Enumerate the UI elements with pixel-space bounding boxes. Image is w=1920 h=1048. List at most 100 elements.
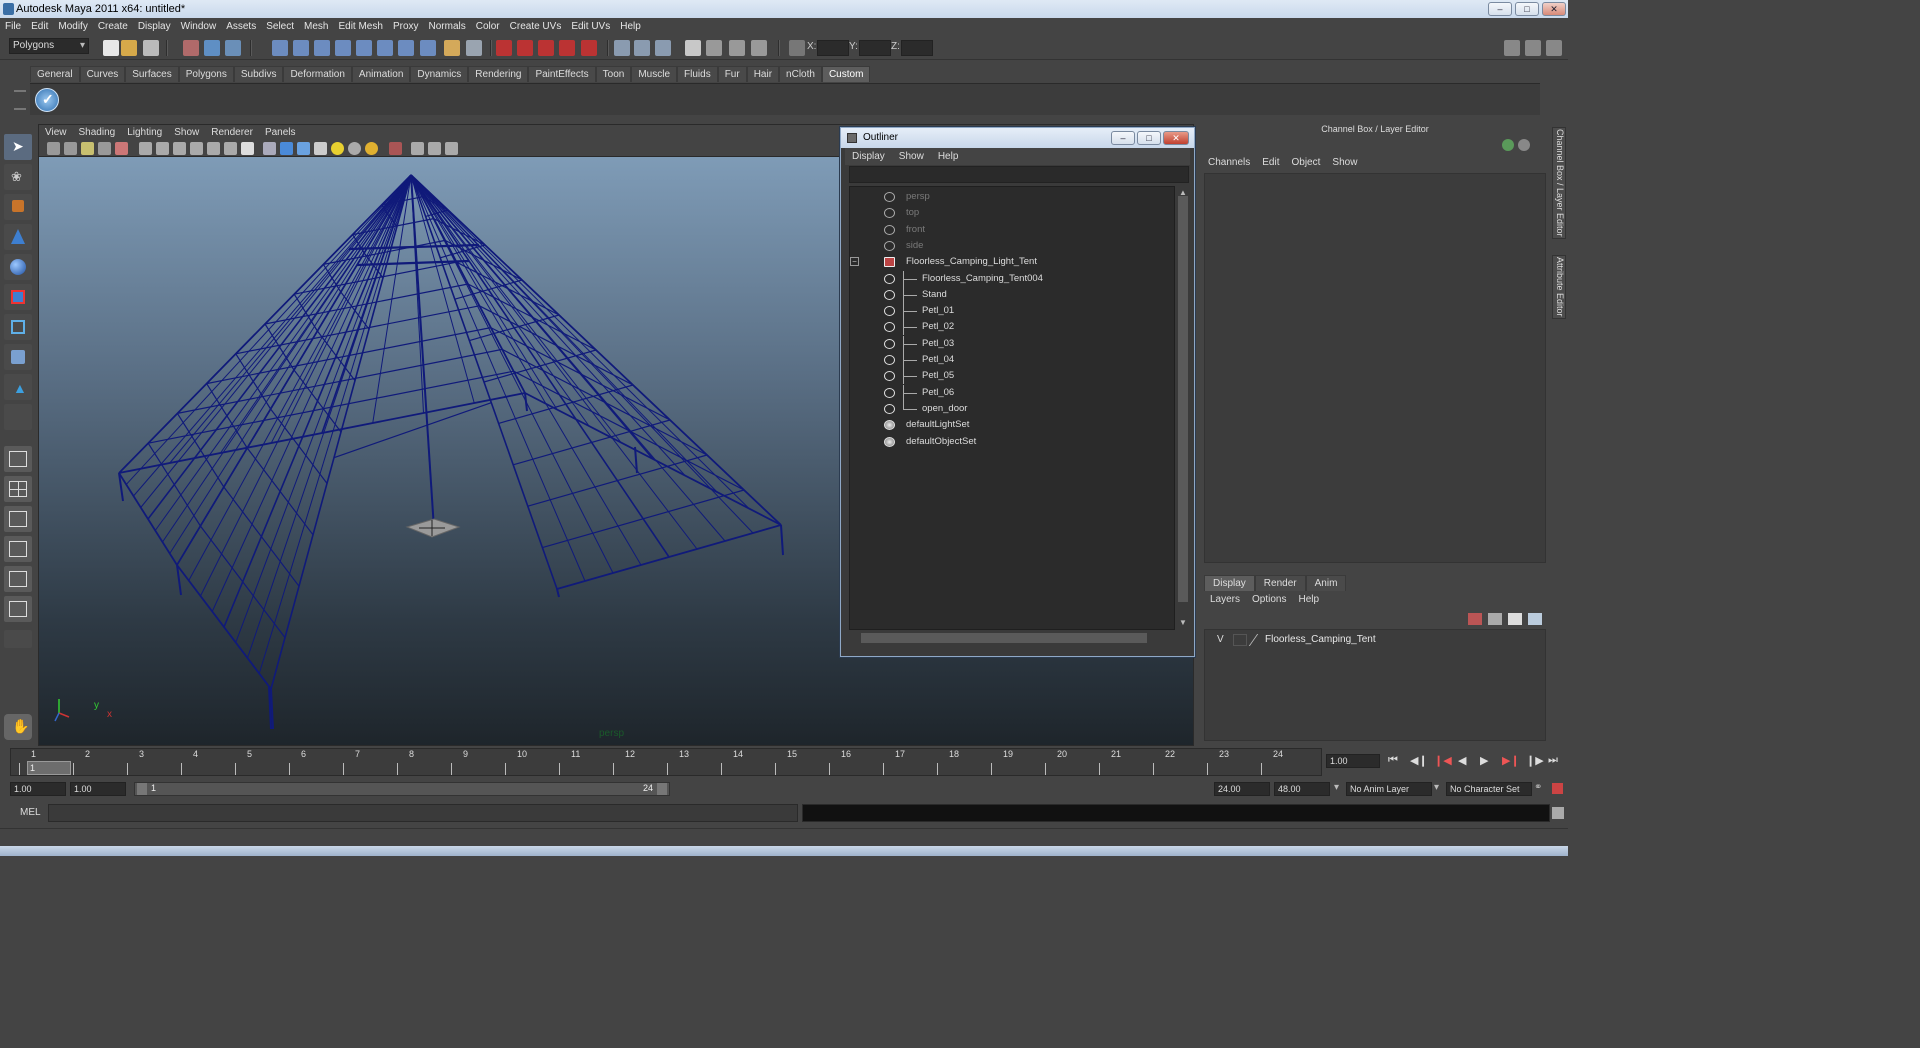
shelf-tab-ncloth[interactable]: nCloth — [779, 66, 822, 82]
layer-menu-options[interactable]: Options — [1246, 592, 1292, 608]
show-hide-tool-settings-icon[interactable] — [1525, 40, 1541, 56]
grid-icon[interactable] — [139, 142, 152, 155]
pick-dynamics-icon[interactable] — [377, 40, 393, 56]
scroll-down-icon[interactable]: ▼ — [1179, 618, 1187, 627]
menu-create[interactable]: Create — [93, 18, 133, 35]
playback-start-field[interactable]: 1.00 — [70, 782, 126, 796]
step-forward-key-icon[interactable]: ❙▶ — [1526, 754, 1544, 767]
outliner-filter-field[interactable] — [849, 166, 1189, 183]
persp-graph-layout-icon[interactable] — [4, 536, 32, 562]
time-slider[interactable]: 1 2 3 4 5 6 7 8 9 10 11 12 13 14 15 16 17 18 19 20 21 22 23 24 … — [10, 748, 1322, 776]
construction-history-icon[interactable] — [614, 40, 630, 56]
show-manipulator-icon[interactable]: ▲ — [4, 374, 32, 400]
menu-file[interactable]: File — [0, 18, 26, 35]
select-camera-icon[interactable] — [47, 142, 60, 155]
menu-set-selector[interactable]: Polygons ▾ — [9, 38, 89, 54]
show-hide-attribute-editor-icon[interactable] — [1504, 40, 1520, 56]
shadows-icon[interactable] — [365, 142, 378, 155]
wireframe-on-shaded-icon[interactable] — [297, 142, 310, 155]
camera-attributes-icon[interactable] — [64, 142, 77, 155]
viewport-menu-lighting[interactable]: Lighting — [121, 125, 168, 141]
y-field[interactable] — [859, 40, 891, 56]
outliner-item[interactable]: defaultObjectSet — [850, 434, 1176, 450]
image-plane-icon[interactable] — [98, 142, 111, 155]
shelf-tab-rendering[interactable]: Rendering — [468, 66, 529, 82]
render-current-frame-icon[interactable] — [655, 40, 671, 56]
pick-deformations-icon[interactable] — [356, 40, 372, 56]
outliner-item[interactable]: Petl_05 — [850, 368, 1176, 385]
safe-title-icon[interactable] — [241, 142, 254, 155]
persp-outliner-layout-icon[interactable] — [4, 506, 32, 532]
step-forward-frame-icon[interactable]: ▶❙ — [1502, 754, 1520, 767]
outliner-item[interactable]: open_door — [850, 400, 1176, 417]
lasso-tool-icon[interactable]: ❀ — [4, 164, 32, 190]
shelf-tab-polygons[interactable]: Polygons — [178, 66, 234, 82]
last-tool-icon[interactable] — [4, 404, 32, 430]
hypershade-icon[interactable] — [751, 40, 767, 56]
command-language-label[interactable]: MEL — [20, 807, 41, 818]
render-view-icon[interactable] — [685, 40, 701, 56]
pick-surfaces-icon[interactable] — [335, 40, 351, 56]
side-tab-channel-box[interactable]: Channel Box / Layer Editor — [1552, 127, 1566, 239]
range-start-handle[interactable] — [137, 783, 147, 795]
select-component-icon[interactable] — [225, 40, 241, 56]
pick-misc-icon[interactable] — [420, 40, 436, 56]
outliner-minimize-button[interactable]: – — [1111, 131, 1135, 145]
paint-select-tool-icon[interactable] — [4, 194, 32, 220]
channel-settings-icon[interactable] — [1518, 139, 1530, 151]
film-gate-icon[interactable] — [156, 142, 169, 155]
current-frame-marker[interactable]: 1 — [27, 761, 71, 775]
input-output-icon[interactable] — [634, 40, 650, 56]
step-back-frame-icon[interactable]: ❙◀ — [1434, 754, 1452, 767]
new-scene-icon[interactable] — [103, 40, 119, 56]
play-forward-icon[interactable]: ▶ — [1480, 754, 1488, 767]
outliner-horizontal-scrollbar[interactable] — [849, 632, 1175, 644]
default-lighting-icon[interactable] — [331, 142, 344, 155]
outliner-item[interactable]: Stand — [850, 286, 1176, 303]
outliner-item[interactable]: Petl_04 — [850, 352, 1176, 368]
highlight-selection-icon[interactable] — [466, 40, 482, 56]
pick-rendering-icon[interactable] — [398, 40, 414, 56]
gate-mask-icon[interactable] — [190, 142, 203, 155]
script-editor-icon[interactable] — [1552, 807, 1564, 819]
all-lights-icon[interactable] — [348, 142, 361, 155]
go-to-start-icon[interactable]: ⏮ — [1388, 754, 1398, 767]
layer-menu-help[interactable]: Help — [1292, 592, 1325, 608]
menu-select[interactable]: Select — [261, 18, 299, 35]
layer-tab-render[interactable]: Render — [1254, 575, 1306, 591]
outliner-item[interactable]: Floorless_Camping_Tent004 — [850, 270, 1176, 287]
animation-preferences-icon[interactable] — [1552, 783, 1563, 794]
scroll-thumb[interactable] — [1178, 196, 1188, 602]
menu-modify[interactable]: Modify — [53, 18, 92, 35]
ipr-render-icon[interactable] — [706, 40, 722, 56]
step-back-key-icon[interactable]: ◀❙ — [1410, 754, 1428, 767]
snap-view-plane-icon[interactable] — [559, 40, 575, 56]
shelf-tab-muscle[interactable]: Muscle — [631, 66, 678, 82]
transform-field-icon[interactable] — [789, 40, 805, 56]
outliner-item[interactable]: top — [850, 205, 1176, 221]
character-set-selector[interactable]: No Character Set — [1446, 782, 1532, 796]
rotate-tool-icon[interactable] — [4, 254, 32, 280]
viewport-menu-renderer[interactable]: Renderer — [205, 125, 259, 141]
xray-components-icon[interactable] — [445, 142, 458, 155]
menu-edit-uvs[interactable]: Edit UVs — [566, 18, 615, 35]
current-time-field[interactable]: 1.00 — [1326, 754, 1380, 768]
xray-icon[interactable] — [411, 142, 424, 155]
menu-help[interactable]: Help — [615, 18, 646, 35]
snap-point-icon[interactable] — [538, 40, 554, 56]
shelf-tab-subdivs[interactable]: Subdivs — [233, 66, 284, 82]
smooth-shade-icon[interactable] — [280, 142, 293, 155]
shelf-tab-hair[interactable]: Hair — [746, 66, 780, 82]
command-input[interactable] — [48, 804, 798, 822]
go-to-end-icon[interactable]: ⏭ — [1548, 754, 1558, 767]
menu-edit[interactable]: Edit — [26, 18, 53, 35]
anim-layer-selector[interactable]: No Anim Layer — [1346, 782, 1432, 796]
z-field[interactable] — [901, 40, 933, 56]
outliner-item[interactable]: side — [850, 238, 1176, 254]
outliner-vertical-scrollbar[interactable]: ▲ ▼ — [1177, 186, 1189, 630]
menu-window[interactable]: Window — [176, 18, 222, 35]
outliner-item[interactable]: defaultLightSet — [850, 417, 1176, 433]
bookmarks-icon[interactable] — [81, 142, 94, 155]
scale-tool-icon[interactable] — [4, 284, 32, 310]
channel-menu-edit[interactable]: Edit — [1256, 155, 1285, 171]
